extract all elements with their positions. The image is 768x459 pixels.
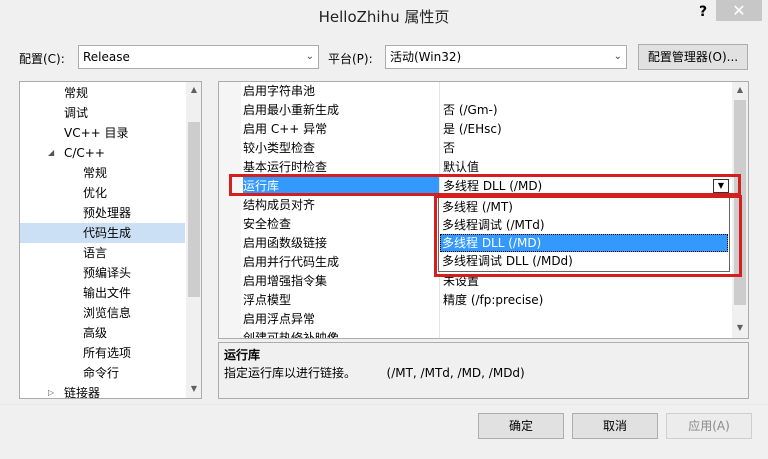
platform-combo[interactable]: 活动(Win32) ⌄	[385, 45, 627, 69]
property-name: 启用字符串池	[243, 84, 316, 98]
property-name: 启用 C++ 异常	[243, 122, 328, 136]
tree-item-label: 输出文件	[83, 286, 132, 300]
tree-item-label: 浏览信息	[83, 306, 132, 320]
tree-item-label: 代码生成	[83, 226, 132, 240]
tree-item[interactable]: 浏览信息	[20, 303, 185, 323]
tree-item[interactable]: ▷ 链接器	[20, 383, 185, 399]
tree-item-label: 链接器	[64, 386, 101, 399]
property-name: 启用最小重新生成	[243, 103, 340, 117]
chevron-down-icon: ⌄	[613, 51, 622, 62]
tree-item-label: C/C++	[64, 146, 105, 160]
property-name: 启用函数级链接	[243, 236, 328, 250]
tree-item-label: 预编译头	[83, 266, 132, 280]
property-row[interactable]: 较小类型检查 否	[219, 139, 733, 158]
property-name: 浮点模型	[243, 293, 292, 307]
divider	[0, 404, 768, 405]
tree-item-label: 调试	[64, 106, 89, 120]
property-name: 较小类型检查	[243, 141, 316, 155]
tree-item[interactable]: 优化	[20, 183, 185, 203]
title-bar: HelloZhihu 属性页 ? ✕	[0, 0, 768, 32]
property-name: 结构成员对齐	[243, 198, 316, 212]
property-row[interactable]: 启用 C++ 异常 是 (/EHsc)	[219, 120, 733, 139]
tree-item-label: 常规	[83, 166, 108, 180]
tree-item-label: 预处理器	[83, 206, 132, 220]
apply-button[interactable]: 应用(A)	[666, 413, 752, 439]
tree-item-label: 高级	[83, 326, 108, 340]
tree-scroll-thumb[interactable]	[188, 122, 200, 297]
tree-item-label: 优化	[83, 186, 108, 200]
config-label: 配置(C):	[19, 52, 65, 66]
tree-scrollbar[interactable]: ▲ ▼	[186, 82, 201, 398]
settings-tree: 常规 调试 VC++ 目录 ◢ C/C++ 常规 优化 预处理器 代码生成 语言 预编译头 输出文件浏…	[19, 81, 202, 399]
tree-item[interactable]: 所有选项	[20, 343, 185, 363]
config-combo[interactable]: Release ⌄	[78, 45, 319, 69]
cancel-button[interactable]: 取消	[572, 413, 658, 439]
ok-button[interactable]: 确定	[478, 413, 564, 439]
tree-item-label: 语言	[83, 246, 108, 260]
description-title: 运行库	[224, 348, 261, 362]
property-value[interactable]: 否 (/Gm-)	[441, 101, 731, 120]
tree-item[interactable]: 高级	[20, 323, 185, 343]
config-manager-button[interactable]: 配置管理器(O)...	[638, 44, 748, 70]
scroll-down-icon[interactable]: ▼	[186, 384, 201, 393]
property-value[interactable]	[441, 82, 731, 101]
highlight-box-row	[229, 174, 741, 196]
property-value[interactable]	[441, 310, 731, 329]
config-value: Release	[83, 50, 130, 64]
tree-item[interactable]: 常规	[20, 83, 185, 103]
tree-item[interactable]: 预编译头	[20, 263, 185, 283]
scroll-up-icon[interactable]: ▲	[732, 85, 748, 94]
description-text: 指定运行库以进行链接。 (/MT, /MTd, /MD, /MDd)	[224, 366, 525, 380]
chevron-down-icon: ⌄	[305, 51, 314, 62]
collapsed-icon[interactable]: ▷	[48, 383, 54, 398]
property-name: 启用增强指令集	[243, 274, 328, 288]
tree-item[interactable]: 常规	[20, 163, 185, 183]
tree-item-label: VC++ 目录	[64, 126, 129, 140]
tree-item-label: 所有选项	[83, 346, 132, 360]
property-row[interactable]: 启用浮点异常	[219, 310, 733, 329]
tree-item[interactable]: 代码生成	[20, 223, 185, 243]
tree-item[interactable]: 预处理器	[20, 203, 185, 223]
tree-item[interactable]: 输出文件	[20, 283, 185, 303]
scroll-up-icon[interactable]: ▲	[186, 85, 201, 94]
expanded-icon[interactable]: ◢	[48, 143, 54, 163]
platform-label: 平台(P):	[328, 52, 373, 66]
platform-value: 活动(Win32)	[390, 50, 462, 64]
property-value[interactable]: 是 (/EHsc)	[441, 120, 731, 139]
tree-item[interactable]: 命令行	[20, 363, 185, 383]
tree-item[interactable]: ◢ C/C++	[20, 143, 185, 163]
window-title: HelloZhihu 属性页	[318, 8, 450, 26]
property-name: 启用浮点异常	[243, 312, 316, 326]
property-value[interactable]: 精度 (/fp:precise)	[441, 291, 731, 310]
property-row[interactable]: 创建可热修补映像	[219, 329, 733, 339]
tree-item[interactable]: 语言	[20, 243, 185, 263]
property-row[interactable]: 启用最小重新生成 否 (/Gm-)	[219, 101, 733, 120]
property-row[interactable]: 启用字符串池	[219, 82, 733, 101]
close-button[interactable]: ✕	[716, 0, 762, 21]
scroll-down-icon[interactable]: ▼	[732, 323, 748, 332]
property-value[interactable]: 否	[441, 139, 731, 158]
property-name: 创建可热修补映像	[243, 331, 340, 339]
highlight-box-dropdown	[434, 195, 742, 277]
property-value[interactable]	[441, 329, 731, 338]
tree-item[interactable]: 调试	[20, 103, 185, 123]
description-pane: 运行库 指定运行库以进行链接。 (/MT, /MTd, /MD, /MDd)	[218, 342, 749, 399]
help-button[interactable]: ?	[690, 2, 716, 22]
property-name: 安全检查	[243, 217, 292, 231]
tree-item-label: 命令行	[83, 366, 120, 380]
property-name: 启用并行代码生成	[243, 255, 340, 269]
tree-item-label: 常规	[64, 86, 89, 100]
property-row[interactable]: 浮点模型 精度 (/fp:precise)	[219, 291, 733, 310]
tree-item[interactable]: VC++ 目录	[20, 123, 185, 143]
